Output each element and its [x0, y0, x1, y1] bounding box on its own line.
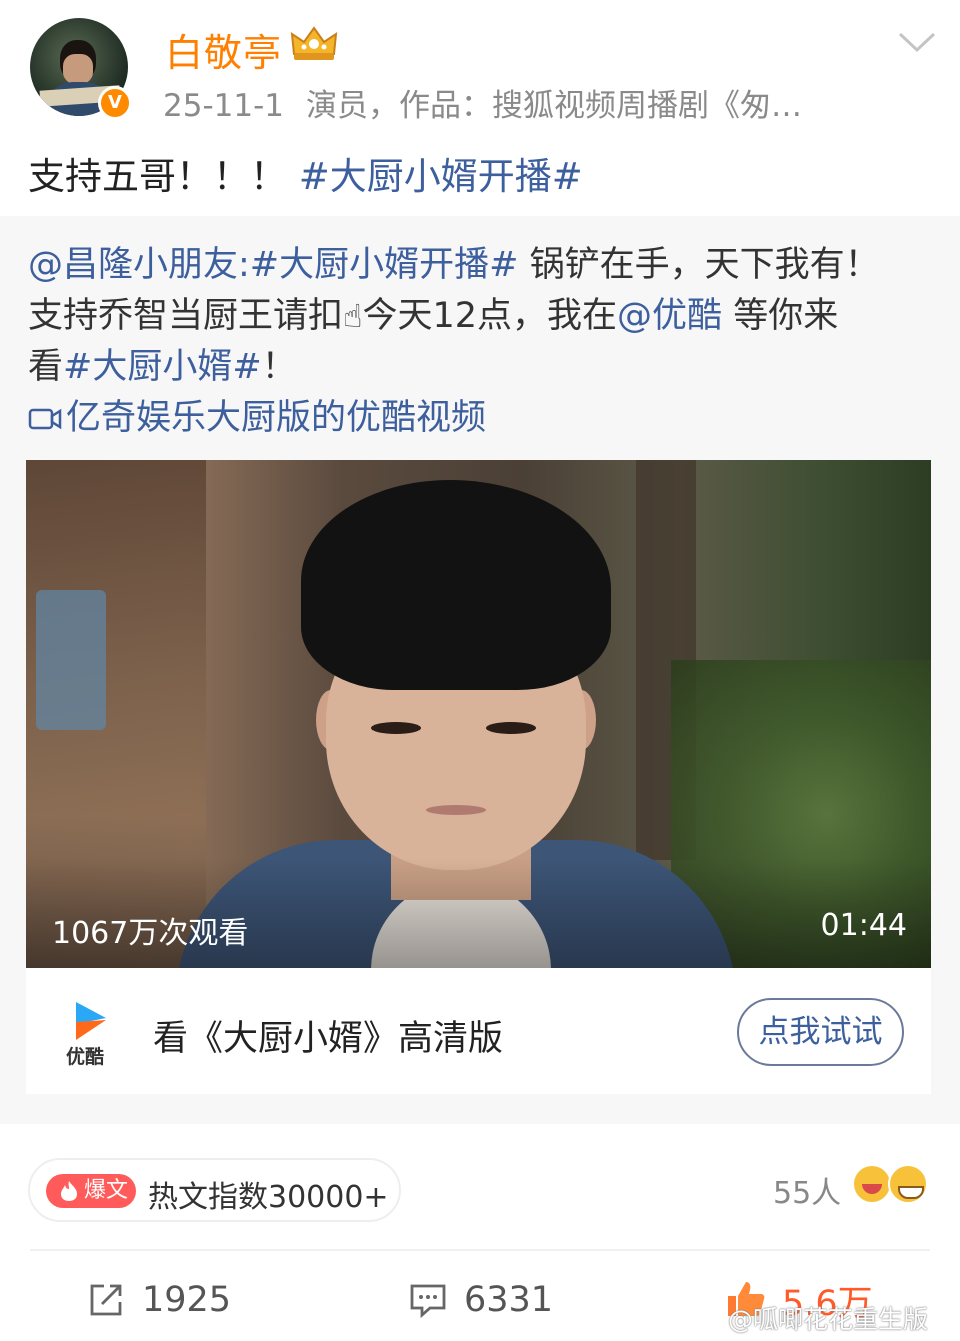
username[interactable]: 白敬亭 — [165, 22, 282, 77]
laughing-emoji-icon — [852, 1164, 892, 1204]
flame-icon — [61, 1181, 77, 1201]
post-meta: 25-11-1 演员，作品：搜狐视频周播剧《匆… — [163, 80, 802, 125]
post-text-body: 支持五哥！！！ — [28, 155, 287, 198]
hashtag-link[interactable]: #大厨小婿# — [63, 347, 262, 387]
repost-text-segment: ！ — [261, 347, 297, 387]
mention-link[interactable]: @优酷 — [617, 296, 722, 336]
hashtag-link[interactable]: :#大厨小婿开播# — [238, 245, 518, 285]
hot-index-pill[interactable]: 爆文 热文指数30000+ — [28, 1158, 401, 1222]
chevron-down-icon[interactable] — [897, 30, 937, 54]
post-hashtag[interactable]: #大厨小婿开播# — [299, 155, 583, 198]
watermark: @呱唧花花重生版 — [692, 1300, 928, 1336]
post-date: 25-11-1 — [163, 88, 284, 124]
video-player[interactable]: 1067万次观看 01:44 — [26, 460, 931, 968]
divider — [30, 1249, 930, 1251]
youku-logo-label: 优酷 — [66, 1046, 105, 1068]
watermark-text: @呱唧花花重生版 — [728, 1305, 929, 1334]
weibo-logo-icon — [693, 1309, 725, 1331]
video-duration: 01:44 — [820, 908, 907, 943]
video-source-label: 亿奇娱乐大厨版的优酷视频 — [66, 398, 487, 438]
video-view-count: 1067万次观看 — [52, 916, 249, 951]
ad-title: 看《大厨小婿》高清版 — [153, 1019, 504, 1059]
user-bio: 演员，作品：搜狐视频周播剧《匆… — [306, 88, 802, 124]
post-text: 支持五哥！！！ #大厨小婿开播# — [28, 146, 583, 200]
repost-block[interactable]: @昌隆小朋友:#大厨小婿开播# 锅铲在手，天下我有！ 支持乔智当厨王请扣☝今天1… — [0, 216, 960, 1124]
hot-tag-label: 爆文 — [84, 1178, 129, 1203]
mention-link[interactable]: @昌隆小朋友 — [28, 245, 238, 285]
repost-count: 1925 — [142, 1280, 232, 1320]
pointing-finger-emoji: ☝ — [343, 297, 363, 335]
post-header: V 白敬亭 25-11-1 演员，作品：搜狐视频周播剧《匆… 支持五哥！！！ #大… — [0, 0, 960, 216]
repost-text-segment: 今天12点，我在 — [362, 296, 618, 336]
hot-tag: 爆文 — [46, 1174, 136, 1208]
comment-count: 6331 — [464, 1280, 554, 1320]
repost-icon — [90, 1284, 122, 1316]
youku-logo-icon — [76, 1002, 106, 1040]
repost-text-segment: 锅铲在手，天下我有！ — [518, 245, 880, 285]
grinning-emoji-icon — [888, 1164, 928, 1204]
hot-index-text: 热文指数30000+ — [148, 1180, 389, 1215]
youku-ad-card[interactable]: 优酷 看《大厨小婿》高清版 点我试试 — [26, 968, 931, 1094]
verified-badge-icon: V — [98, 86, 132, 120]
comment-button[interactable]: 6331 — [408, 1272, 553, 1328]
repost-text-segment: 支持乔智当厨王请扣 — [28, 296, 344, 336]
repost-text-segment: 看 — [28, 347, 64, 387]
repost-text: @昌隆小朋友:#大厨小婿开播# 锅铲在手，天下我有！ 支持乔智当厨王请扣☝今天1… — [28, 240, 933, 444]
comment-icon — [410, 1284, 446, 1319]
try-now-button[interactable]: 点我试试 — [737, 998, 904, 1066]
video-icon — [28, 408, 62, 430]
reaction-people-count[interactable]: 55人 — [773, 1168, 841, 1212]
repost-button[interactable]: 1925 — [86, 1272, 231, 1328]
crown-icon — [290, 26, 338, 60]
video-source-link[interactable]: 亿奇娱乐大厨版的优酷视频 — [28, 393, 933, 444]
repost-text-segment: 等你来 — [722, 296, 839, 336]
